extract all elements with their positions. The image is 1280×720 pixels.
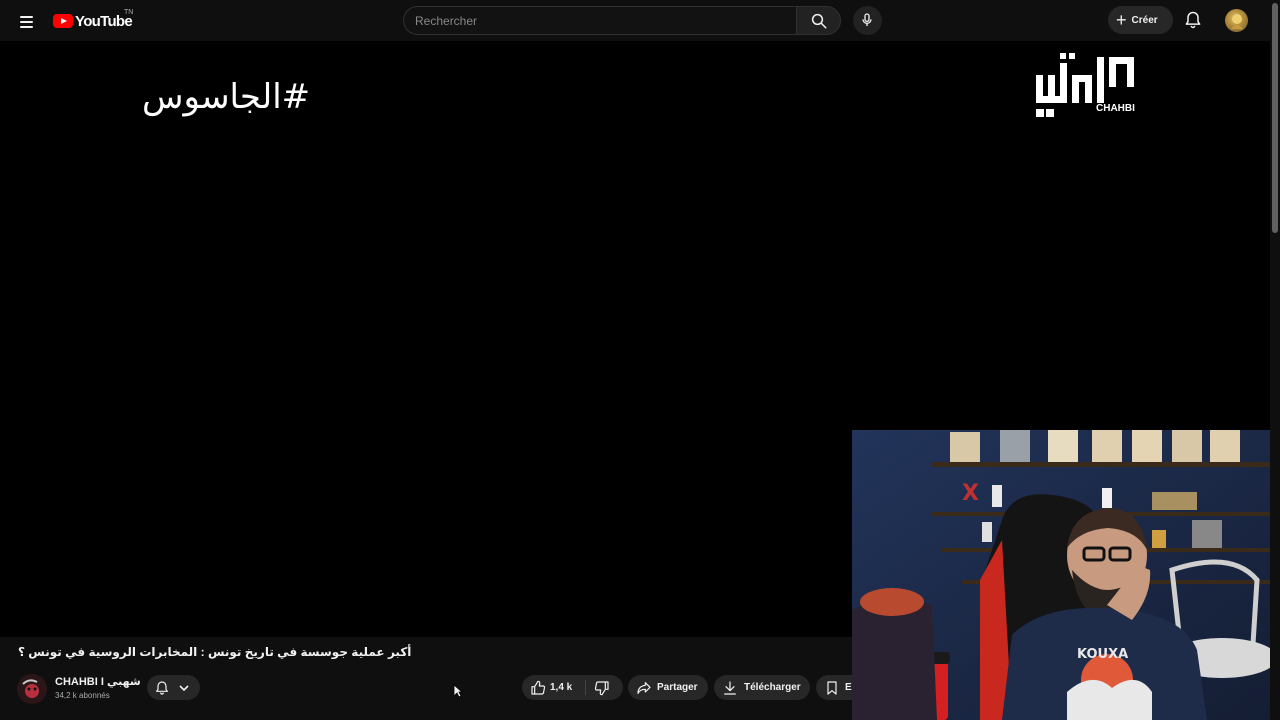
bookmark-icon	[827, 681, 837, 695]
like-count: 1,4 k	[550, 682, 573, 693]
dislike-button[interactable]	[586, 675, 623, 700]
youtube-logo[interactable]: YouTube TN	[53, 9, 134, 30]
avatar-image	[1231, 14, 1243, 29]
voice-search-button[interactable]	[853, 6, 882, 35]
microphone-icon	[862, 13, 872, 26]
scrollbar-thumb[interactable]	[1272, 3, 1278, 233]
channel-watermark-logo: CHAHBI	[1034, 53, 1136, 125]
svg-text:KOUXA: KOUXA	[1077, 647, 1128, 662]
subscriber-count: 34,2 k abonnés	[55, 691, 110, 700]
search-input[interactable]	[404, 7, 796, 34]
download-button[interactable]: Télécharger	[714, 675, 810, 700]
plus-icon: +	[1116, 10, 1127, 30]
country-code: TN	[124, 9, 134, 16]
thumbs-down-icon	[594, 681, 609, 696]
menu-icon[interactable]	[14, 10, 38, 34]
channel-avatar[interactable]	[17, 674, 47, 704]
mouse-cursor-icon	[453, 684, 463, 698]
bell-icon	[156, 681, 168, 695]
create-button[interactable]: + Créer	[1108, 6, 1173, 34]
search-button[interactable]	[796, 6, 841, 35]
bell-icon	[1185, 11, 1201, 29]
search-box	[403, 6, 796, 35]
youtube-play-icon	[53, 14, 73, 28]
download-icon	[724, 681, 736, 695]
video-title: أكبر عملية جوسسة في تاريخ تونس : المخابر…	[18, 645, 412, 659]
share-label: Partager	[657, 682, 698, 693]
like-dislike-group: 1,4 k	[522, 675, 623, 700]
webcam-overlay: X KOUXA	[852, 430, 1270, 720]
channel-name[interactable]: CHAHBI I شهبي	[55, 675, 141, 688]
svg-text:X: X	[962, 481, 979, 506]
save-label: E	[845, 682, 852, 693]
save-button[interactable]: E	[816, 675, 852, 700]
brand-logo-text: CHAHBI	[1096, 103, 1135, 114]
masthead: YouTube TN + Créer	[0, 0, 1270, 41]
subscription-notifications-button[interactable]	[147, 675, 200, 700]
like-button[interactable]: 1,4 k	[522, 675, 585, 700]
share-button[interactable]: Partager	[628, 675, 708, 700]
download-label: Télécharger	[744, 682, 801, 693]
notifications-button[interactable]	[1183, 10, 1203, 30]
search-icon	[811, 13, 827, 29]
account-avatar[interactable]	[1225, 9, 1248, 32]
chevron-down-icon	[179, 685, 189, 692]
page-scrollbar[interactable]	[1270, 0, 1280, 720]
share-icon	[637, 682, 651, 694]
thumbs-up-icon	[531, 680, 546, 695]
video-overlay-hashtag: #الجاسوس	[142, 77, 311, 117]
create-label: Créer	[1131, 14, 1158, 26]
